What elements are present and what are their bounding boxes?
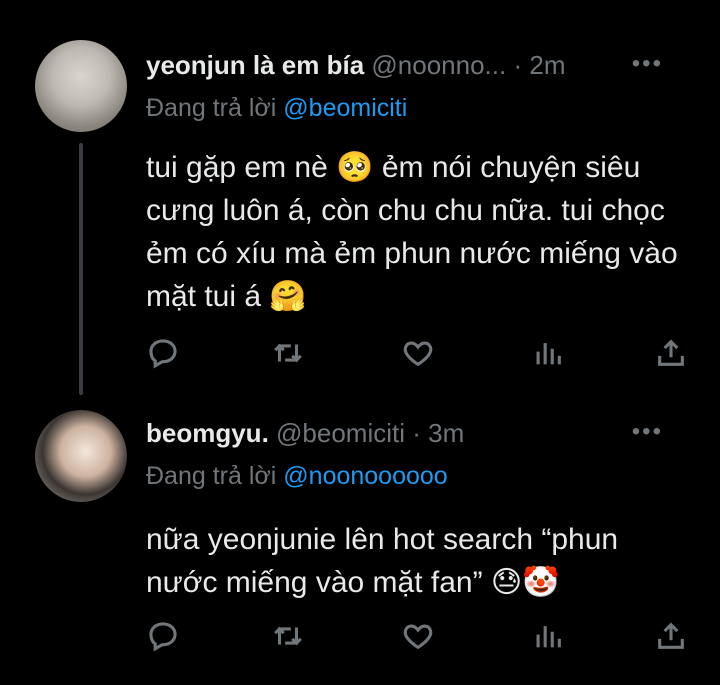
tweet-header: beomgyu. @beomiciti · 3m ••• xyxy=(146,418,691,449)
reply-prefix: Đang trả lời xyxy=(146,462,284,490)
tweet-text: tui gặp em nè 🥺 ẻm nói chuyện siêu cưng … xyxy=(146,146,691,318)
tweet-text-part: tui gặp em nè xyxy=(146,151,337,184)
like-icon[interactable] xyxy=(401,619,441,659)
handle[interactable]: @noonno... xyxy=(371,50,506,80)
tweet-text: nữa yeonjunie lên hot search “phun nước … xyxy=(146,518,691,604)
reply-icon[interactable] xyxy=(146,336,186,376)
retweet-icon[interactable] xyxy=(271,336,311,376)
timestamp[interactable]: 3m xyxy=(428,418,464,448)
hugging-face-emoji: 🤗 xyxy=(269,280,307,313)
tweet-actions xyxy=(146,336,691,376)
retweet-icon[interactable] xyxy=(271,619,311,659)
like-icon[interactable] xyxy=(401,336,441,376)
pleading-face-emoji: 🥺 xyxy=(336,151,374,184)
tweet-header: yeonjun là em bía @noonno... · 2m ••• xyxy=(146,50,691,81)
stats-icon[interactable] xyxy=(531,619,571,659)
display-name[interactable]: beomgyu. xyxy=(146,418,269,448)
avatar[interactable] xyxy=(35,40,127,132)
clown-face-emoji: 🤡 xyxy=(522,566,560,599)
replying-to: Đang trả lời @beomiciti xyxy=(146,94,407,123)
share-icon[interactable] xyxy=(654,336,694,376)
display-name[interactable]: yeonjun là em bía xyxy=(146,50,364,80)
separator: · xyxy=(513,50,523,80)
tweet[interactable]: beomgyu. @beomiciti · 3m ••• Đang trả lờ… xyxy=(0,400,720,685)
more-options-icon[interactable]: ••• xyxy=(632,50,663,78)
stats-icon[interactable] xyxy=(531,336,571,376)
avatar[interactable] xyxy=(35,410,127,502)
reply-mention[interactable]: @beomiciti xyxy=(283,94,407,122)
reply-mention[interactable]: @noonoooooo xyxy=(283,462,447,490)
replying-to: Đang trả lời @noonoooooo xyxy=(146,462,448,491)
share-icon[interactable] xyxy=(654,619,694,659)
handle[interactable]: @beomiciti xyxy=(276,418,405,448)
tweet[interactable]: yeonjun là em bía @noonno... · 2m ••• Đa… xyxy=(0,0,720,400)
reply-icon[interactable] xyxy=(146,619,186,659)
sweat-face-emoji: 😓 xyxy=(490,566,523,599)
separator: · xyxy=(412,418,421,448)
thread-line xyxy=(79,143,83,395)
timestamp[interactable]: 2m xyxy=(529,50,565,80)
reply-prefix: Đang trả lời xyxy=(146,94,284,122)
more-options-icon[interactable]: ••• xyxy=(632,418,663,446)
tweet-actions xyxy=(146,619,691,659)
